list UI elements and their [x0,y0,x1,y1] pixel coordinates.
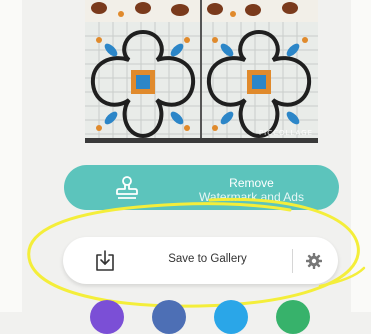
remove-watermark-button[interactable]: Remove Watermark and Ads [64,165,339,210]
watermark-text: PICCOLLAGE [258,129,313,137]
collage-preview: PICCOLLAGE [85,0,318,143]
divider [292,249,293,273]
share-option-green[interactable] [276,300,310,334]
right-margin [351,0,371,312]
share-option-purple[interactable] [90,300,124,334]
share-options-row [0,300,371,334]
remove-button-sublabel: Watermark and Ads [199,190,304,204]
stamp-icon [116,176,138,199]
left-margin [0,0,22,312]
gear-icon[interactable] [305,252,323,270]
save-button-label: Save to Gallery [168,253,247,265]
save-to-gallery-button[interactable]: Save to Gallery [63,237,338,284]
tile-pattern-image [85,0,318,143]
remove-button-label: Remove [229,176,274,190]
share-option-blue[interactable] [152,300,186,334]
share-option-cyan[interactable] [214,300,248,334]
download-icon [96,250,114,271]
